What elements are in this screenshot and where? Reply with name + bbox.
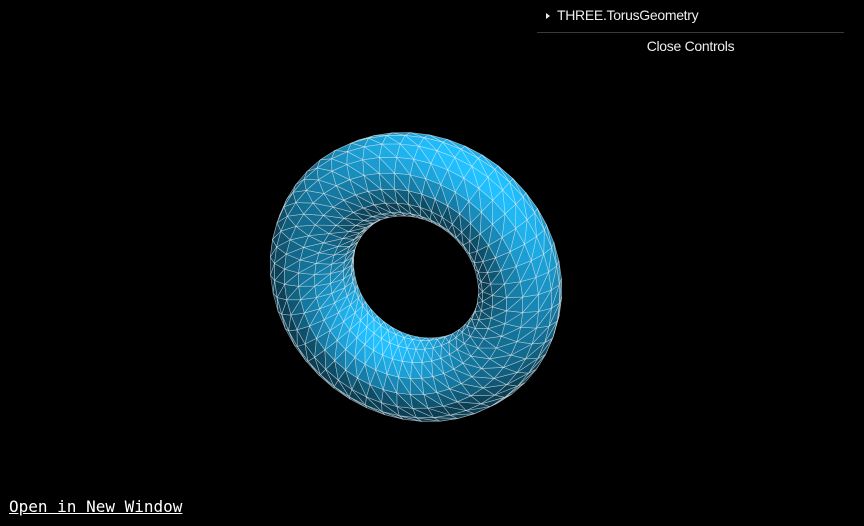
torus-geometry-folder[interactable]: THREE.TorusGeometry — [537, 0, 844, 33]
folder-title: THREE.TorusGeometry — [557, 7, 699, 23]
controls-panel: THREE.TorusGeometry Close Controls — [537, 0, 844, 58]
open-new-window-link[interactable]: Open in New Window — [9, 497, 182, 516]
torus-mesh — [269, 132, 563, 422]
close-controls-button[interactable]: Close Controls — [537, 34, 844, 58]
torus-face — [288, 329, 298, 347]
viewport-canvas[interactable] — [0, 0, 864, 526]
triangle-right-icon — [546, 12, 550, 19]
